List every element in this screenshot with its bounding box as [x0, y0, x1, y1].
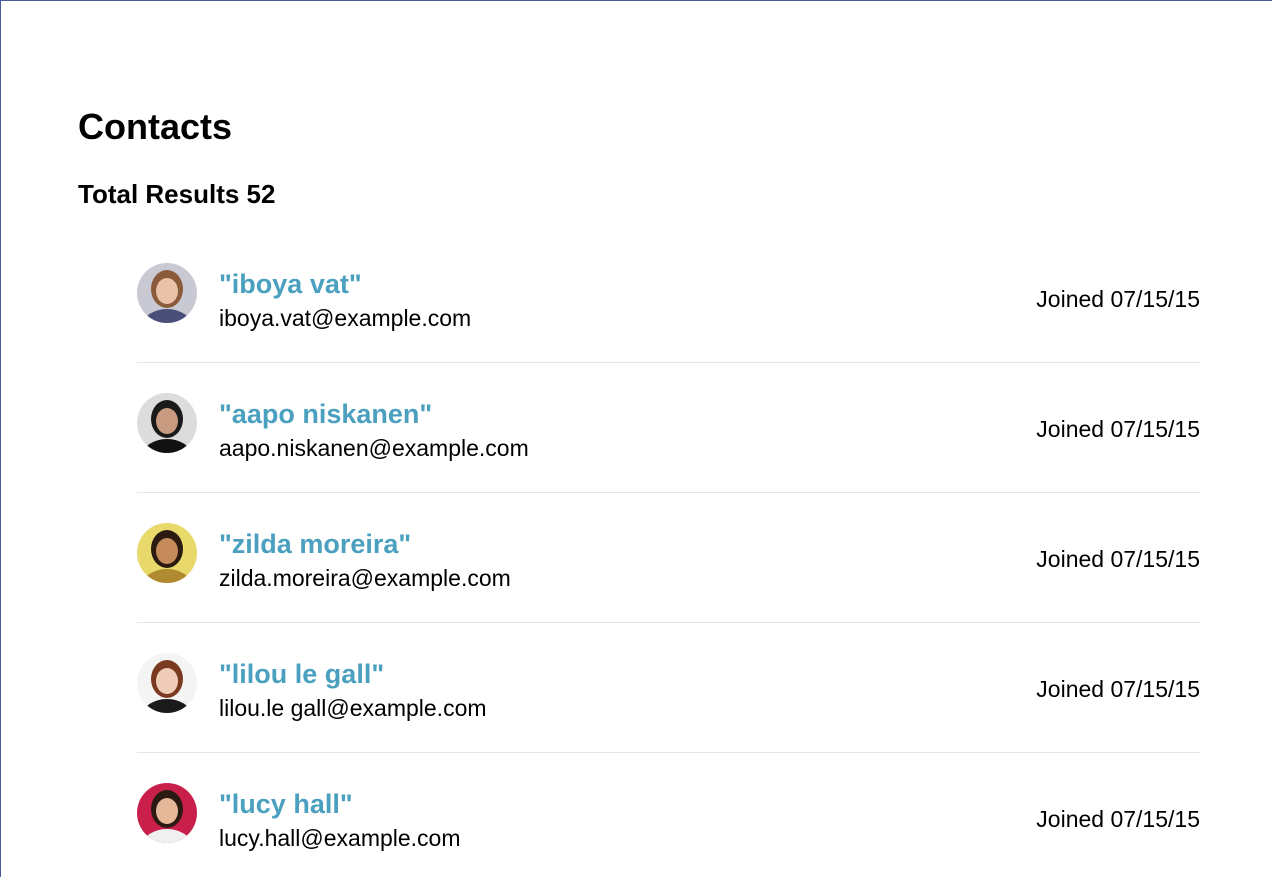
contact-name-link[interactable]: "lilou le gall" — [219, 657, 384, 691]
avatar[interactable] — [137, 263, 197, 323]
contact-row: "zilda moreira" zilda.moreira@example.co… — [137, 493, 1200, 623]
avatar[interactable] — [137, 783, 197, 843]
contact-name-link[interactable]: "lucy hall" — [219, 787, 353, 821]
page-frame: Contacts Total Results 52 "iboya vat" ib… — [0, 0, 1272, 877]
contact-name-link[interactable]: "iboya vat" — [219, 267, 362, 301]
contact-email: zilda.moreira@example.com — [219, 565, 511, 591]
person-photo-icon — [137, 263, 197, 323]
joined-date: Joined 07/15/15 — [1036, 546, 1200, 572]
joined-date: Joined 07/15/15 — [1036, 286, 1200, 312]
contact-email: lilou.le gall@example.com — [219, 695, 487, 721]
contact-row: "aapo niskanen" aapo.niskanen@example.co… — [137, 363, 1200, 493]
person-photo-icon — [137, 653, 197, 713]
person-photo-icon — [137, 393, 197, 453]
contact-name-link[interactable]: "aapo niskanen" — [219, 397, 432, 431]
contact-row: "iboya vat" iboya.vat@example.com Joined… — [137, 233, 1200, 363]
contact-row: "lilou le gall" lilou.le gall@example.co… — [137, 623, 1200, 753]
page-title: Contacts — [78, 106, 233, 147]
avatar[interactable] — [137, 653, 197, 713]
person-photo-icon — [137, 523, 197, 583]
joined-date: Joined 07/15/15 — [1036, 806, 1200, 832]
contact-name-link[interactable]: "zilda moreira" — [219, 527, 411, 561]
contact-email: lucy.hall@example.com — [219, 825, 461, 851]
contact-email: iboya.vat@example.com — [219, 305, 472, 331]
joined-date: Joined 07/15/15 — [1036, 416, 1200, 442]
contact-row: "lucy hall" lucy.hall@example.com Joined… — [137, 753, 1200, 882]
contact-email: aapo.niskanen@example.com — [219, 435, 529, 461]
contact-list: "iboya vat" iboya.vat@example.com Joined… — [137, 233, 1200, 882]
joined-date: Joined 07/15/15 — [1036, 676, 1200, 702]
total-results-count: Total Results 52 — [78, 179, 276, 209]
person-photo-icon — [137, 783, 197, 843]
avatar[interactable] — [137, 393, 197, 453]
avatar[interactable] — [137, 523, 197, 583]
